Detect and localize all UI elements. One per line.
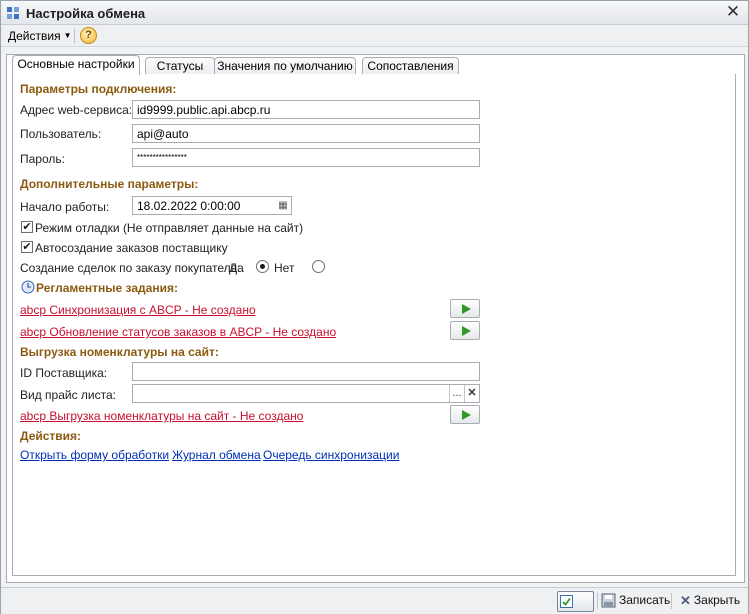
- app-form-icon: [7, 7, 19, 19]
- play-icon: [462, 304, 471, 314]
- calendar-icon[interactable]: ▦: [276, 198, 290, 213]
- price-type-input[interactable]: ... ✕: [132, 384, 480, 403]
- start-label: Начало работы:: [20, 200, 110, 214]
- menu-separator: [74, 29, 75, 43]
- task-nomenclature-run-button[interactable]: [450, 405, 480, 424]
- tab-default-values[interactable]: Значения по умолчанию: [214, 57, 356, 75]
- user-label: Пользователь:: [20, 127, 102, 141]
- close-label: Закрыть: [693, 593, 741, 607]
- tab-main-settings[interactable]: Основные настройки: [12, 55, 140, 75]
- task-status-update-link[interactable]: abcp Обновление статусов заказов в ABCP …: [20, 325, 336, 339]
- section-actions-title: Действия:: [20, 429, 82, 443]
- chevron-down-icon: ▼: [63, 31, 72, 40]
- tab-mappings[interactable]: Сопоставления: [362, 57, 459, 75]
- section-connection-title: Параметры подключения:: [20, 82, 177, 96]
- task-sync-link[interactable]: abcp Синхронизация с ABCP - Не создано: [20, 303, 256, 317]
- clock-icon: [21, 280, 35, 294]
- supplier-id-input[interactable]: [132, 362, 480, 381]
- title-bar: Настройка обмена ✕: [1, 1, 748, 25]
- clear-icon[interactable]: ✕: [464, 385, 479, 402]
- help-button[interactable]: ?: [80, 27, 97, 44]
- sync-queue-link[interactable]: Очередь синхронизации: [263, 448, 399, 462]
- close-button[interactable]: ✕ Закрыть: [678, 591, 740, 612]
- window-title: Настройка обмена: [26, 6, 146, 21]
- ok-button[interactable]: OK: [557, 591, 594, 614]
- start-date-value: 18.02.2022 0:00:00: [137, 199, 241, 213]
- save-disk-icon: [601, 593, 616, 608]
- close-icon: ✕: [680, 593, 691, 609]
- actions-menu-label: Действия: [8, 29, 61, 43]
- section-additional-title: Дополнительные параметры:: [20, 177, 199, 191]
- actions-menu[interactable]: Действия ▼: [8, 29, 72, 43]
- play-icon: [462, 326, 471, 336]
- section-nomenclature-title: Выгрузка номенклатуры на сайт:: [20, 345, 219, 359]
- price-type-label: Вид прайс листа:: [20, 388, 116, 402]
- supplier-id-label: ID Поставщика:: [20, 366, 108, 380]
- address-label: Адрес web-сервиса:: [20, 103, 133, 117]
- open-form-link[interactable]: Открыть форму обработки: [20, 448, 169, 462]
- deals-no-label: Нет: [274, 261, 295, 275]
- task-nomenclature-link[interactable]: abcp Выгрузка номенклатуры на сайт - Не …: [20, 409, 303, 423]
- deals-no-radio[interactable]: [312, 260, 325, 273]
- close-window-button[interactable]: ✕: [724, 3, 742, 21]
- task-status-update-run-button[interactable]: [450, 321, 480, 340]
- deals-label: Создание сделок по заказу покупателя:: [20, 261, 241, 275]
- deals-yes-label: Да: [229, 261, 244, 275]
- footer-separator: [597, 593, 598, 609]
- exchange-settings-window: Настройка обмена ✕ Действия ▼ ? Основные …: [0, 0, 749, 614]
- start-date-input[interactable]: 18.02.2022 0:00:00 ▦: [132, 196, 292, 215]
- debug-label: Режим отладки (Не отправляет данные на с…: [35, 221, 304, 235]
- play-icon: [462, 410, 471, 420]
- footer-separator: [671, 593, 672, 609]
- password-label: Пароль:: [20, 152, 65, 166]
- save-label: Записать: [619, 593, 671, 607]
- select-ellipsis-button[interactable]: ...: [449, 385, 464, 402]
- section-scheduled-title: Регламентные задания:: [36, 281, 178, 295]
- autocreate-label: Автосоздание заказов поставщику: [35, 241, 228, 255]
- command-bar: Действия ▼ ?: [1, 25, 748, 47]
- debug-checkbox[interactable]: ✔: [21, 221, 33, 233]
- address-input[interactable]: id9999.public.api.abcp.ru: [132, 100, 480, 119]
- ok-check-icon: [560, 595, 573, 609]
- save-button[interactable]: Записать: [599, 591, 670, 612]
- password-input[interactable]: ****************: [132, 148, 480, 167]
- footer-bar: OK Записать ✕Закрыть: [1, 587, 748, 614]
- autocreate-checkbox[interactable]: ✔: [21, 241, 33, 253]
- tab-statuses[interactable]: Статусы: [145, 57, 215, 75]
- user-input[interactable]: api@auto: [132, 124, 480, 143]
- exchange-log-link[interactable]: Журнал обмена: [172, 448, 261, 462]
- task-sync-run-button[interactable]: [450, 299, 480, 318]
- deals-yes-radio[interactable]: [256, 260, 269, 273]
